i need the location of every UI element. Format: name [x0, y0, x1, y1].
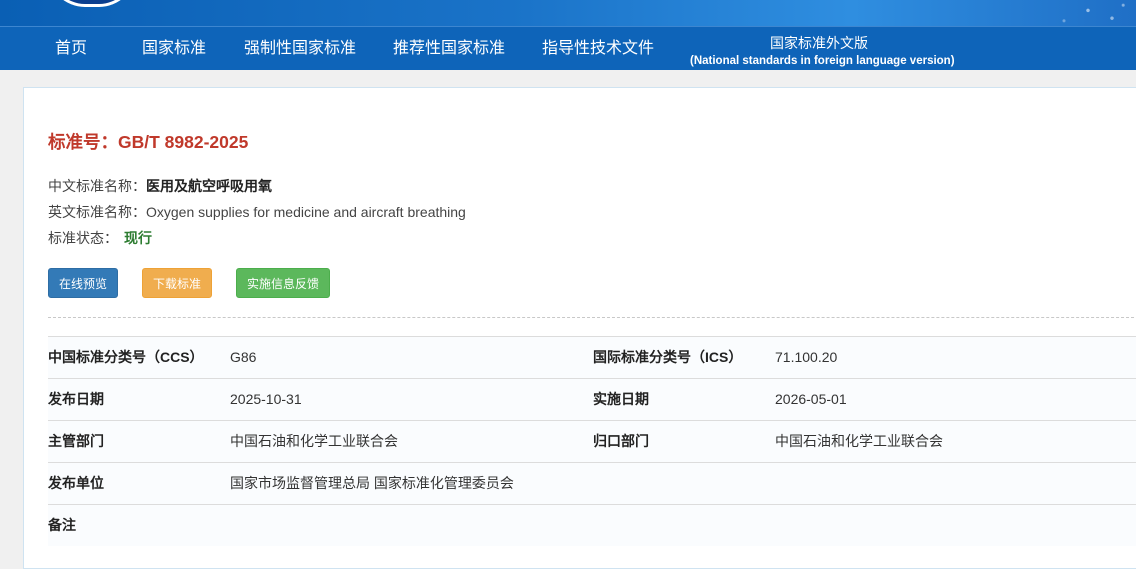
nav-item-home[interactable]: 首页 [55, 27, 87, 70]
ccs-value: G86 [230, 349, 257, 365]
effective-date-label: 实施日期 [593, 391, 649, 407]
main-nav: 首页 国家标准 强制性国家标准 推荐性国家标准 指导性技术文件 国家标准外文版 … [0, 26, 1136, 70]
en-name-label: 英文标准名称： [48, 204, 146, 220]
table-row: 发布日期 2025-10-31 实施日期 2026-05-01 [48, 378, 1136, 420]
table-row: 发布单位 国家市场监督管理总局 国家标准化管理委员会 [48, 462, 1136, 504]
en-name-value: Oxygen supplies for medicine and aircraf… [146, 204, 466, 220]
banner-decoration [976, 0, 1136, 26]
table-row: 中国标准分类号（CCS） G86 国际标准分类号（ICS） 71.100.20 [48, 336, 1136, 378]
remarks-label: 备注 [48, 517, 76, 533]
standard-number-heading: 标准号：GB/T 8982-2025 [48, 129, 248, 154]
cn-name-line: 中文标准名称：医用及航空呼吸用氧 [48, 176, 272, 196]
nav-item-recommended-standards[interactable]: 推荐性国家标准 [393, 27, 505, 70]
status-badge: 现行 [124, 230, 152, 246]
cn-name-value: 医用及航空呼吸用氧 [146, 178, 272, 194]
online-preview-button[interactable]: 在线预览 [48, 268, 118, 298]
publisher-label: 发布单位 [48, 475, 104, 491]
nav-item-guidance-documents[interactable]: 指导性技术文件 [542, 27, 654, 70]
responsible-dept-label: 归口部门 [593, 433, 649, 449]
responsible-dept-value: 中国石油和化学工业联合会 [775, 433, 943, 449]
table-row: 主管部门 中国石油和化学工业联合会 归口部门 中国石油和化学工业联合会 [48, 420, 1136, 462]
standard-detail-card: 标准号：GB/T 8982-2025 中文标准名称：医用及航空呼吸用氧 英文标准… [23, 87, 1136, 569]
effective-date-value: 2026-05-01 [775, 391, 847, 407]
competent-dept-label: 主管部门 [48, 433, 104, 449]
detail-table: 中国标准分类号（CCS） G86 国际标准分类号（ICS） 71.100.20 … [48, 336, 1136, 546]
publisher-value: 国家市场监督管理总局 国家标准化管理委员会 [230, 475, 514, 491]
en-name-line: 英文标准名称：Oxygen supplies for medicine and … [48, 202, 466, 222]
table-row: 备注 [48, 504, 1136, 546]
standard-number-label: 标准号： [48, 132, 118, 152]
status-line: 标准状态： 现行 [48, 228, 152, 248]
header-banner [0, 0, 1136, 26]
nav-item-mandatory-standards[interactable]: 强制性国家标准 [244, 27, 356, 70]
publish-date-label: 发布日期 [48, 391, 104, 407]
site-logo[interactable] [48, 0, 136, 7]
nav-item-foreign-version[interactable]: 国家标准外文版 (National standards in foreign l… [690, 33, 955, 76]
status-label: 标准状态： [48, 230, 118, 246]
nav-foreign-subtitle: (National standards in foreign language … [690, 55, 955, 67]
ics-label: 国际标准分类号（ICS） [593, 349, 743, 365]
publish-date-value: 2025-10-31 [230, 391, 302, 407]
download-standard-button[interactable]: 下载标准 [142, 268, 212, 298]
divider [48, 317, 1136, 318]
feedback-button[interactable]: 实施信息反馈 [236, 268, 330, 298]
nav-item-national-standards[interactable]: 国家标准 [142, 27, 206, 70]
competent-dept-value: 中国石油和化学工业联合会 [230, 433, 398, 449]
ccs-label: 中国标准分类号（CCS） [48, 349, 204, 365]
cn-name-label: 中文标准名称： [48, 178, 146, 194]
nav-foreign-title: 国家标准外文版 [770, 35, 868, 51]
standard-number: GB/T 8982-2025 [118, 132, 249, 152]
ics-value: 71.100.20 [775, 349, 838, 365]
